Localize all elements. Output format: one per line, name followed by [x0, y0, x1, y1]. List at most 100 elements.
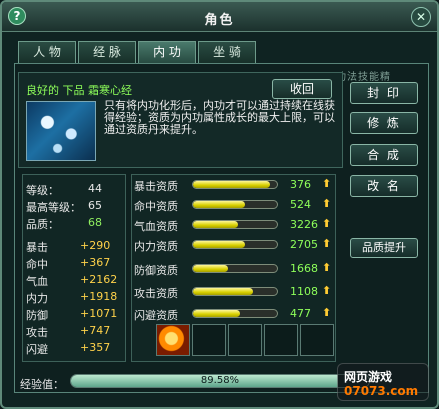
attr-value: +2162 [80, 273, 118, 286]
aptitude-row: 攻击资质 1108 ⬆ [134, 284, 334, 300]
attr-crit: 暴击 +290 [26, 239, 116, 254]
tabs: 人 物 经 脉 内 功 坐 骑 [18, 41, 256, 63]
attr-label: 暴击 [26, 241, 48, 254]
aptitude-bar [192, 200, 278, 209]
aptitude-bar [192, 180, 278, 189]
stat-level-label: 等级： [26, 184, 59, 197]
aptitude-bar [192, 220, 278, 229]
rename-button[interactable]: 改 名 [350, 175, 418, 197]
aptitude-value: 1668 [290, 262, 318, 275]
stat-quality: 品质： 68 [26, 216, 116, 231]
stat-max-level: 最高等级： 65 [26, 199, 116, 214]
aptitude-bar-fill [193, 241, 246, 248]
aptitude-bar [192, 264, 278, 273]
up-arrow-icon[interactable]: ⬆ [322, 237, 331, 250]
watermark-line1: 网页游戏 [344, 370, 393, 384]
tab-character[interactable]: 人 物 [18, 41, 76, 63]
aptitude-bar [192, 240, 278, 249]
window-title: 角色 [204, 13, 235, 28]
item-slot[interactable] [228, 324, 262, 356]
stat-quality-label: 品质： [26, 218, 59, 231]
skill-image [26, 101, 96, 161]
aptitude-bar-fill [193, 288, 254, 295]
item-slot[interactable] [192, 324, 226, 356]
up-arrow-icon[interactable]: ⬆ [322, 284, 331, 297]
attr-value: +1918 [80, 290, 118, 303]
aptitude-name: 闪避资质 [134, 309, 178, 322]
aptitude-row: 闪避资质 477 ⬆ [134, 306, 334, 322]
up-arrow-icon[interactable]: ⬆ [322, 177, 331, 190]
aptitude-bar [192, 309, 278, 318]
stat-max-level-label: 最高等级： [26, 201, 81, 214]
attr-label: 内力 [26, 292, 48, 305]
experience-label: 经验值： [20, 378, 64, 391]
attr-label: 命中 [26, 258, 48, 271]
aptitude-value: 524 [290, 198, 311, 211]
up-arrow-icon[interactable]: ⬆ [322, 261, 331, 274]
watermark-logo: 网页游戏 07073.com [337, 363, 429, 401]
aptitude-value: 1108 [290, 285, 318, 298]
attr-value: +357 [80, 341, 111, 354]
aptitude-name: 内力资质 [134, 240, 178, 253]
aptitude-value: 477 [290, 307, 311, 320]
stat-level: 等级： 44 [26, 182, 116, 197]
combine-button[interactable]: 合 成 [350, 144, 418, 166]
tab-inner-skill[interactable]: 内 功 [138, 41, 196, 63]
aptitude-row: 暴击资质 376 ⬆ [134, 177, 334, 193]
attr-mp: 内力 +1918 [26, 290, 118, 305]
aptitude-bar-fill [193, 265, 229, 272]
top-right-hint: 功法技能精 [336, 72, 391, 83]
inventory-slots [156, 324, 334, 356]
recycle-button[interactable]: 收回 [272, 79, 332, 99]
title-bar: ? 角色 ✕ [2, 2, 437, 32]
aptitude-bar-fill [193, 221, 239, 228]
stat-quality-value: 68 [88, 216, 102, 229]
attr-label: 攻击 [26, 326, 48, 339]
aptitude-value: 3226 [290, 218, 318, 231]
attr-attack: 攻击 +747 [26, 324, 116, 339]
aptitude-name: 防御资质 [134, 264, 178, 277]
attr-hp: 气血 +2162 [26, 273, 118, 288]
stat-max-level-value: 65 [88, 199, 102, 212]
character-window: ? 角色 ✕ 人 物 经 脉 内 功 坐 骑 功法技能精 良好的 下品 霜寒心经… [0, 0, 439, 409]
aptitude-value: 376 [290, 178, 311, 191]
aptitude-row: 气血资质 3226 ⬆ [134, 217, 334, 233]
aptitude-bar-fill [193, 181, 271, 188]
attr-label: 闪避 [26, 343, 48, 356]
tab-mount[interactable]: 坐 骑 [198, 41, 256, 63]
experience-bar: 89.58% [70, 374, 370, 388]
tab-meridians[interactable]: 经 脉 [78, 41, 136, 63]
aptitude-row: 命中资质 524 ⬆ [134, 197, 334, 213]
up-arrow-icon[interactable]: ⬆ [322, 197, 331, 210]
aptitude-row: 防御资质 1668 ⬆ [134, 261, 334, 277]
attr-value: +367 [80, 256, 111, 269]
attr-label: 气血 [26, 275, 48, 288]
attr-defense: 防御 +1071 [26, 307, 118, 322]
attr-hit: 命中 +367 [26, 256, 116, 271]
up-arrow-icon[interactable]: ⬆ [322, 217, 331, 230]
item-slot[interactable] [300, 324, 334, 356]
close-icon[interactable]: ✕ [411, 7, 431, 27]
aptitude-row: 内力资质 2705 ⬆ [134, 237, 334, 253]
attr-dodge: 闪避 +357 [26, 341, 116, 356]
cultivate-button[interactable]: 修 炼 [350, 112, 418, 134]
item-slot[interactable] [264, 324, 298, 356]
skill-name: 良好的 下品 霜寒心经 [26, 84, 132, 97]
aptitude-bar-fill [193, 310, 241, 317]
stat-level-value: 44 [88, 182, 102, 195]
quality-upgrade-button[interactable]: 品质提升 [350, 238, 418, 258]
aptitude-value: 2705 [290, 238, 318, 251]
aptitude-name: 攻击资质 [134, 287, 178, 300]
aptitude-name: 暴击资质 [134, 180, 178, 193]
attr-value: +1071 [80, 307, 118, 320]
item-slot[interactable] [156, 324, 190, 356]
aptitude-name: 命中资质 [134, 200, 178, 213]
seal-button[interactable]: 封 印 [350, 82, 418, 104]
aptitude-bar [192, 287, 278, 296]
skill-description: 只有将内功化形后，内功才可以通过持续在线获得经验；资质为内功属性成长的最大上限，… [104, 99, 335, 136]
aptitude-name: 气血资质 [134, 220, 178, 233]
attr-value: +747 [80, 324, 111, 337]
attr-value: +290 [80, 239, 111, 252]
experience-text: 89.58% [200, 375, 240, 386]
up-arrow-icon[interactable]: ⬆ [322, 306, 331, 319]
